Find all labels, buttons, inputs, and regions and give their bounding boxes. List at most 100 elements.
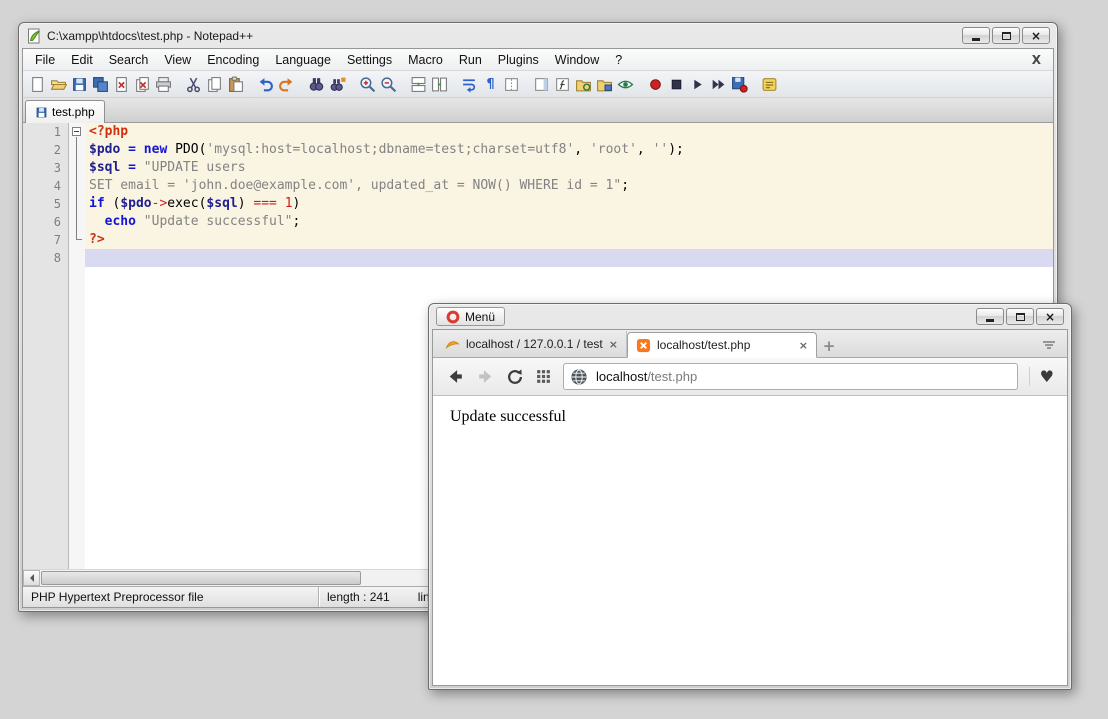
toolbar-group xyxy=(645,74,750,95)
menu-window[interactable]: Window xyxy=(547,50,607,70)
browser-viewport: Update successful xyxy=(433,396,1067,685)
close-icon: × xyxy=(1030,28,1042,43)
opera-tab-bar: localhost / 127.0.0.1 / test × localhost/t… xyxy=(433,330,1067,358)
toolbar-find-button[interactable] xyxy=(306,74,327,95)
toolbar-word-wrap-button[interactable] xyxy=(459,74,480,95)
menu-settings[interactable]: Settings xyxy=(339,50,400,70)
menu-encoding[interactable]: Encoding xyxy=(199,50,267,70)
fold-margin xyxy=(69,231,85,249)
maximize-icon xyxy=(1001,31,1011,40)
browser-tab[interactable]: localhost / 127.0.0.1 / test × xyxy=(437,331,627,357)
toolbar-copy-button[interactable] xyxy=(204,74,225,95)
new-tab-button[interactable]: + xyxy=(817,335,841,357)
site-badge-icon[interactable] xyxy=(570,368,588,386)
line-number: 5 xyxy=(23,195,69,213)
tab-close-icon[interactable]: × xyxy=(609,338,618,351)
toolbar-save-file-button[interactable] xyxy=(69,74,90,95)
menu-file[interactable]: File xyxy=(27,50,63,70)
toolbar-user-defined-dialog-button[interactable] xyxy=(759,74,780,95)
toolbar-show-all-characters-button[interactable]: ¶ xyxy=(480,74,501,95)
line-number: 2 xyxy=(23,141,69,159)
speed-dial-button[interactable] xyxy=(535,368,552,385)
toolbar-macro-stop-button[interactable] xyxy=(666,74,687,95)
toolbar-close-file-button[interactable] xyxy=(111,74,132,95)
close-icon: × xyxy=(1044,309,1056,324)
back-icon xyxy=(449,370,462,383)
menu-macro[interactable]: Macro xyxy=(400,50,451,70)
toolbar-document-map-button[interactable] xyxy=(531,74,552,95)
toolbar-close-all-button[interactable] xyxy=(132,74,153,95)
menubar-close-document-icon[interactable]: X xyxy=(1024,53,1049,67)
toolbar-sync-scroll-horizontal-button[interactable] xyxy=(429,74,450,95)
toolbar-replace-button[interactable] xyxy=(327,74,348,95)
notepad-maximize-button[interactable] xyxy=(992,27,1020,44)
toolbar-cut-button[interactable] xyxy=(183,74,204,95)
fold-collapse-icon[interactable] xyxy=(72,127,81,136)
fold-end-icon xyxy=(76,239,82,240)
toolbar-sync-scroll-vertical-button[interactable] xyxy=(408,74,429,95)
code-text[interactable]: $sql = "UPDATE users xyxy=(85,159,1053,177)
toolbar-new-file-button[interactable] xyxy=(27,74,48,95)
code-text[interactable]: <?php xyxy=(85,123,1053,141)
toolbar-macro-save-button[interactable] xyxy=(729,74,750,95)
undo-icon xyxy=(257,76,274,93)
toolbar-group xyxy=(183,74,246,95)
code-text[interactable]: if ($pdo->exec($sql) === 1) xyxy=(85,195,1053,213)
scrollbar-thumb[interactable] xyxy=(41,571,361,585)
code-text[interactable]: echo "Update successful"; xyxy=(85,213,1053,231)
toolbar-macro-playback-button[interactable] xyxy=(687,74,708,95)
toolbar-paste-button[interactable] xyxy=(225,74,246,95)
opera-close-button[interactable]: × xyxy=(1036,308,1064,325)
browser-tab-active[interactable]: localhost/test.php × xyxy=(627,332,817,358)
fold-margin xyxy=(69,195,85,213)
toolbar-print-button[interactable] xyxy=(153,74,174,95)
browser-tab-label: localhost/test.php xyxy=(657,338,751,352)
toolbar-open-file-button[interactable] xyxy=(48,74,69,95)
scroll-left-arrow[interactable] xyxy=(23,570,40,586)
toolbar-monitoring-eye-button[interactable] xyxy=(615,74,636,95)
menu-plugins[interactable]: Plugins xyxy=(490,50,547,70)
toolbar-undo-button[interactable] xyxy=(255,74,276,95)
code-text[interactable] xyxy=(85,249,1053,267)
macro-stop-icon xyxy=(668,76,685,93)
menu-help[interactable]: ? xyxy=(607,50,630,70)
cut-icon xyxy=(185,76,202,93)
toolbar-folder-as-workspace-button[interactable] xyxy=(594,74,615,95)
code-text[interactable]: ?> xyxy=(85,231,1053,249)
toolbar-zoom-out-button[interactable] xyxy=(378,74,399,95)
opera-menu-button[interactable]: Menü xyxy=(436,307,506,326)
reload-button[interactable] xyxy=(506,368,524,386)
toolbar-indent-guide-button[interactable] xyxy=(501,74,522,95)
toolbar-macro-record-button[interactable] xyxy=(645,74,666,95)
line-number: 3 xyxy=(23,159,69,177)
toolbar-redo-button[interactable] xyxy=(276,74,297,95)
save-file-icon xyxy=(35,106,48,119)
menu-search[interactable]: Search xyxy=(101,50,157,70)
opera-minimize-button[interactable] xyxy=(976,308,1004,325)
opera-maximize-button[interactable] xyxy=(1006,308,1034,325)
notepad-titlebar[interactable]: C:\xampp\htdocs\test.php - Notepad++ × xyxy=(22,23,1054,48)
page-body-text: Update successful xyxy=(450,408,566,425)
code-text[interactable]: $pdo = new PDO('mysql:host=localhost;dbn… xyxy=(85,141,1053,159)
notepad-close-button[interactable]: × xyxy=(1022,27,1050,44)
document-tab-active[interactable]: test.php xyxy=(25,100,105,123)
address-bar[interactable]: localhost/test.php xyxy=(563,363,1018,390)
toolbar-macro-run-multiple-button[interactable] xyxy=(708,74,729,95)
menu-run[interactable]: Run xyxy=(451,50,490,70)
back-button[interactable] xyxy=(446,367,465,386)
forward-button[interactable] xyxy=(476,367,495,386)
notepad-minimize-button[interactable] xyxy=(962,27,990,44)
menu-edit[interactable]: Edit xyxy=(63,50,101,70)
tab-close-icon[interactable]: × xyxy=(799,339,808,352)
toolbar-zoom-in-button[interactable] xyxy=(357,74,378,95)
toolbar-file-browser-button[interactable] xyxy=(573,74,594,95)
menu-language[interactable]: Language xyxy=(267,50,339,70)
function-list-icon xyxy=(554,76,571,93)
opera-titlebar[interactable]: Menü × xyxy=(432,304,1068,329)
bookmark-heart-button[interactable]: ♥ xyxy=(1028,367,1054,386)
code-text[interactable]: SET email = 'john.doe@example.com', upda… xyxy=(85,177,1053,195)
toolbar-function-list-button[interactable] xyxy=(552,74,573,95)
toolbar-save-all-button[interactable] xyxy=(90,74,111,95)
menu-view[interactable]: View xyxy=(156,50,199,70)
tab-list-button[interactable] xyxy=(1035,333,1063,357)
